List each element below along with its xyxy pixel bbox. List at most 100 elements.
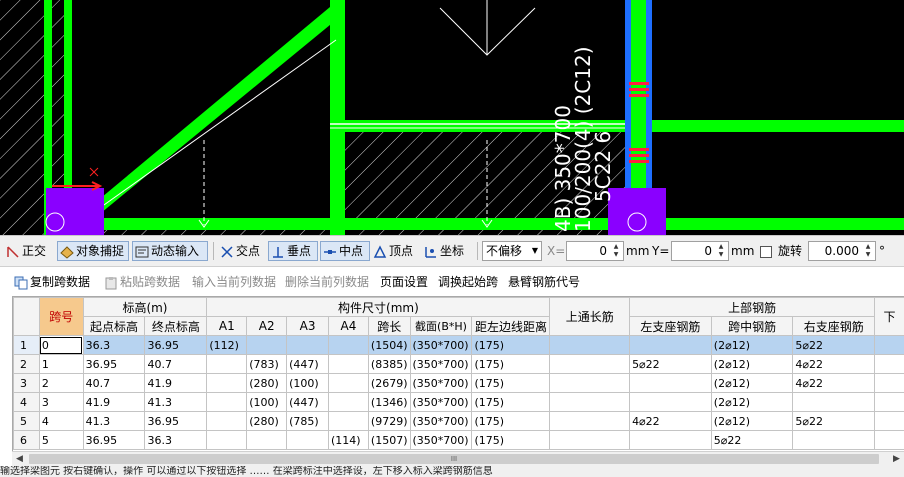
cell-right[interactable]: 5⌀22	[792, 335, 876, 355]
cell-span[interactable]: 3	[38, 392, 84, 412]
dynamic-input-toggle[interactable]: 动态输入	[132, 241, 208, 261]
cell-len[interactable]: (2679)	[367, 373, 411, 393]
cell-start[interactable]: 41.9	[82, 392, 146, 412]
header-span[interactable]: 跨号	[38, 297, 84, 336]
spinner-icon[interactable]: ▲ ▼	[862, 243, 874, 259]
header-end-elev[interactable]: 终点标高	[144, 316, 208, 336]
coordinate-snap[interactable]: 坐标	[424, 241, 464, 261]
cell-sec[interactable]: (350*700)	[409, 411, 473, 431]
row-number[interactable]: 1	[13, 335, 40, 355]
scroll-right-icon[interactable]: ▶	[889, 452, 904, 467]
cell-a4[interactable]: (114)	[328, 430, 369, 450]
header-right-support[interactable]: 右支座钢筋	[792, 316, 876, 336]
cell-a1[interactable]	[206, 373, 248, 393]
cell-a1[interactable]: (112)	[206, 335, 248, 355]
row-number[interactable]: 3	[13, 373, 40, 393]
table-row[interactable]: 3 2 40.7 41.9 (280) (100) (2679) (350*700) (175)…	[13, 373, 904, 393]
cell-next[interactable]	[874, 354, 904, 374]
cell-a1[interactable]	[206, 430, 248, 450]
y-coordinate-input[interactable]: 0 ▲ ▼	[671, 241, 729, 261]
cell-right[interactable]: 4⌀22	[792, 373, 876, 393]
cell-right[interactable]	[792, 392, 876, 412]
cell-a3[interactable]: (785)	[286, 411, 330, 431]
row-number[interactable]: 2	[13, 354, 40, 374]
table-row[interactable]: 4 3 41.9 41.3 (100) (447) (1346) (350*700) (175)…	[13, 392, 904, 412]
header-next[interactable]: 下	[874, 297, 904, 336]
cell-through[interactable]	[549, 354, 631, 374]
intersection-snap[interactable]: 交点	[220, 241, 260, 261]
cell-sec[interactable]: (350*700)	[409, 430, 473, 450]
cell-a3[interactable]	[286, 335, 330, 355]
midpoint-snap[interactable]: 中点	[320, 241, 370, 261]
header-mid-span[interactable]: 跨中钢筋	[710, 316, 794, 336]
header-left-support[interactable]: 左支座钢筋	[629, 316, 712, 336]
header-a4[interactable]: A4	[328, 316, 369, 336]
cell-a2[interactable]: (783)	[246, 354, 288, 374]
cell-a2[interactable]	[246, 430, 288, 450]
cell-through[interactable]	[549, 430, 631, 450]
cell-a4[interactable]	[328, 335, 369, 355]
cell-right[interactable]: 4⌀22	[792, 354, 876, 374]
table-row[interactable]: 5 4 41.3 36.95 (280) (785) (9729) (350*700) (175…	[13, 411, 904, 431]
cell-dist[interactable]: (175)	[471, 392, 551, 412]
table-row[interactable]: 2 1 36.95 40.7 (783) (447) (8385) (350*700) (175…	[13, 354, 904, 374]
row-number[interactable]: 6	[13, 430, 40, 450]
cell-start[interactable]: 36.95	[82, 354, 146, 374]
cell-span[interactable]: 1	[38, 354, 84, 374]
spinner-icon[interactable]: ▲ ▼	[715, 243, 727, 259]
cell-a1[interactable]	[206, 411, 248, 431]
cell-span[interactable]: 2	[38, 373, 84, 393]
cell-end[interactable]: 36.3	[144, 430, 208, 450]
header-section[interactable]: 截面(B*H)	[409, 316, 473, 336]
cell-sec[interactable]: (350*700)	[409, 392, 473, 412]
cell-start[interactable]: 36.3	[82, 335, 146, 355]
cell-a1[interactable]	[206, 392, 248, 412]
x-coordinate-input[interactable]: 0 ▲ ▼	[566, 241, 624, 261]
offset-mode-select[interactable]: 不偏移 ▼	[482, 241, 542, 261]
delete-column-button[interactable]: 删除当前列数据	[285, 273, 369, 291]
cell-through[interactable]	[549, 335, 631, 355]
header-a1[interactable]: A1	[206, 316, 248, 336]
cell-through[interactable]	[549, 392, 631, 412]
cell-a4[interactable]	[328, 373, 369, 393]
scroll-thumb[interactable]: III	[29, 454, 879, 464]
cell-next[interactable]	[874, 430, 904, 450]
cell-len[interactable]: (8385)	[367, 354, 411, 374]
copy-span-button[interactable]: 复制跨数据	[14, 273, 90, 291]
vertex-snap[interactable]: 顶点	[373, 241, 413, 261]
cell-mid[interactable]: (2⌀12)	[710, 373, 794, 393]
cell-next[interactable]	[874, 392, 904, 412]
cell-left[interactable]	[629, 335, 712, 355]
checkbox-icon[interactable]	[760, 245, 772, 258]
cell-len[interactable]: (1346)	[367, 392, 411, 412]
cell-len[interactable]: (1504)	[367, 335, 411, 355]
cell-a3[interactable]: (447)	[286, 392, 330, 412]
horizontal-scrollbar[interactable]: ◀ III ▶	[12, 451, 904, 467]
row-number[interactable]: 4	[13, 392, 40, 412]
cell-through[interactable]	[549, 373, 631, 393]
rotate-checkbox[interactable]: 旋转	[760, 241, 802, 261]
cell-a3[interactable]: (447)	[286, 354, 330, 374]
cell-left[interactable]	[629, 430, 712, 450]
ortho-toggle[interactable]: 正交	[6, 241, 46, 261]
cell-end[interactable]: 36.95	[144, 335, 208, 355]
header-a3[interactable]: A3	[286, 316, 330, 336]
cell-a4[interactable]	[328, 354, 369, 374]
cell-through[interactable]	[549, 411, 631, 431]
table-row[interactable]: 1 0 36.3 36.95 (112) (1504) (350*700) (175) (2⌀1…	[13, 335, 904, 355]
cad-drawing-canvas[interactable]: 4B) 350*700 100/200(4) (2C12) 5C22 6	[0, 0, 904, 235]
cell-dist[interactable]: (175)	[471, 354, 551, 374]
cell-a2[interactable]	[246, 335, 288, 355]
cell-a3[interactable]: (100)	[286, 373, 330, 393]
input-column-button[interactable]: 输入当前列数据	[192, 273, 276, 291]
cell-sec[interactable]: (350*700)	[409, 354, 473, 374]
cell-a3[interactable]	[286, 430, 330, 450]
cell-a2[interactable]: (280)	[246, 411, 288, 431]
cell-mid[interactable]: (2⌀12)	[710, 354, 794, 374]
cell-end[interactable]: 36.95	[144, 411, 208, 431]
cell-right[interactable]	[792, 430, 876, 450]
cell-a4[interactable]	[328, 411, 369, 431]
cell-start[interactable]: 41.3	[82, 411, 146, 431]
cell-span[interactable]: 4	[38, 411, 84, 431]
cell-next[interactable]	[874, 335, 904, 355]
